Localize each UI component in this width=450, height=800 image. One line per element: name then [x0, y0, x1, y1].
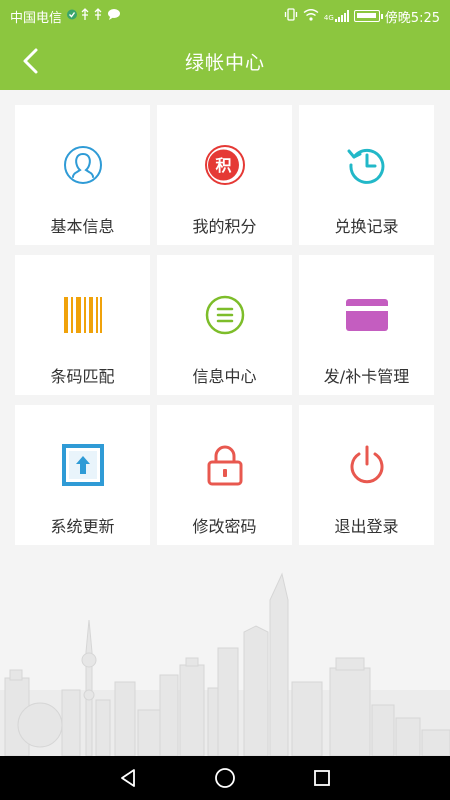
- menu-item-message-center[interactable]: 信息中心: [157, 255, 292, 395]
- menu-label: 退出登录: [334, 517, 399, 536]
- wifi-icon: [303, 8, 319, 25]
- menu-item-system-update[interactable]: 系统更新: [15, 405, 150, 545]
- square-recents-icon: [313, 770, 330, 786]
- menu-label: 条码匹配: [50, 367, 115, 386]
- upload-arrow-icon: [61, 443, 105, 487]
- menu-item-change-password[interactable]: 修改密码: [157, 405, 292, 545]
- menu-label: 兑换记录: [334, 217, 399, 236]
- lock-icon: [203, 443, 247, 487]
- menu-grid: 基本信息 积 我的积分 兑换记录 条码匹配 信息中心 发/补卡管理 系统更新 修…: [15, 105, 435, 545]
- points-badge-icon: 积: [203, 143, 247, 187]
- menu-label: 信息中心: [192, 367, 257, 386]
- status-bar: 中国电信 4G 傍晚5:25: [0, 0, 450, 32]
- card-icon: [345, 293, 389, 337]
- nav-home-button[interactable]: [210, 763, 240, 793]
- menu-item-exchange-history[interactable]: 兑换记录: [299, 105, 434, 245]
- points-badge-text: 积: [215, 156, 231, 175]
- app-header: 绿帐中心: [0, 32, 450, 90]
- menu-label: 系统更新: [50, 517, 115, 536]
- page-title: 绿帐中心: [184, 51, 265, 74]
- back-button[interactable]: [12, 42, 48, 80]
- power-icon: [345, 443, 389, 487]
- message-list-icon: [203, 293, 247, 337]
- notification-icons: [66, 8, 122, 24]
- nav-recents-button[interactable]: [307, 763, 337, 793]
- menu-item-card-management[interactable]: 发/补卡管理: [299, 255, 434, 395]
- vibrate-icon: [284, 7, 298, 25]
- signal-icon: 4G: [324, 10, 349, 22]
- menu-label: 基本信息: [50, 217, 115, 236]
- menu-item-my-points[interactable]: 积 我的积分: [157, 105, 292, 245]
- carrier-label: 中国电信: [10, 10, 63, 26]
- menu-label: 修改密码: [192, 517, 257, 536]
- battery-icon: [353, 10, 383, 22]
- chevron-left-icon: [23, 48, 38, 74]
- city-skyline-illustration: [0, 572, 450, 756]
- menu-label: 发/补卡管理: [323, 367, 410, 386]
- clock-label: 傍晚5:25: [384, 10, 440, 26]
- menu-item-basic-info[interactable]: 基本信息: [15, 105, 150, 245]
- nav-back-button[interactable]: [113, 763, 143, 793]
- triangle-back-icon: [121, 769, 136, 787]
- system-nav-bar: [0, 756, 450, 800]
- circle-home-icon: [215, 768, 235, 788]
- barcode-icon: [61, 293, 105, 337]
- menu-item-logout[interactable]: 退出登录: [299, 405, 434, 545]
- menu-label: 我的积分: [192, 217, 257, 236]
- user-avatar-icon: [61, 143, 105, 187]
- history-clock-icon: [345, 143, 389, 187]
- menu-item-barcode-match[interactable]: 条码匹配: [15, 255, 150, 395]
